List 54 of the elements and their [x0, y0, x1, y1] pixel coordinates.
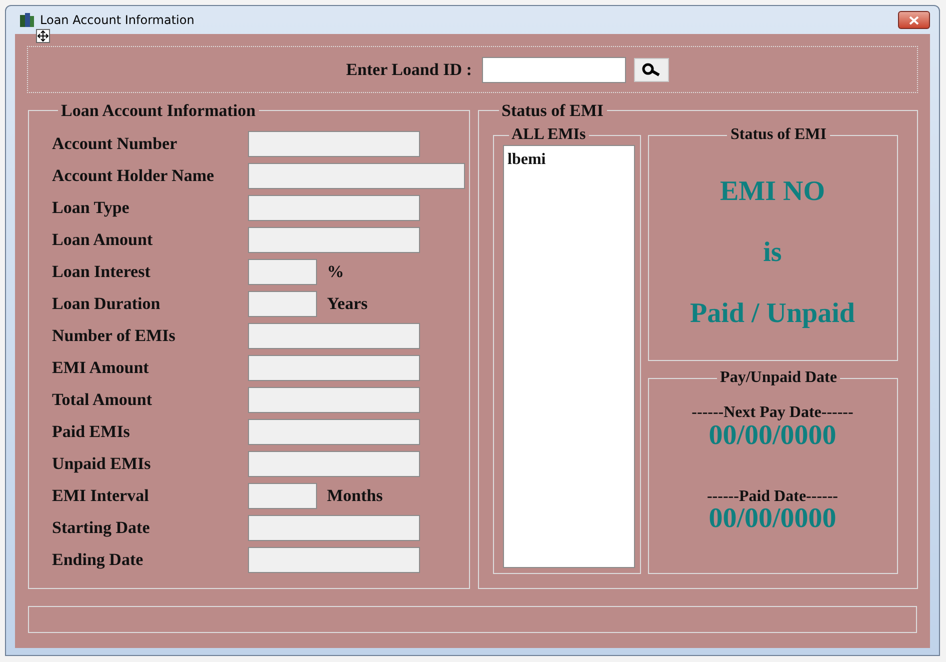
input-field[interactable] — [248, 451, 420, 477]
status-text: is — [763, 237, 782, 268]
input-field[interactable] — [248, 515, 420, 541]
date-value: 00/00/0000 — [708, 420, 836, 451]
input-field[interactable] — [248, 131, 420, 157]
move-icon — [36, 29, 50, 43]
field-label: Paid EMIs — [52, 421, 131, 444]
field-label: Starting Date — [52, 517, 151, 540]
loan-id-field[interactable] — [482, 56, 626, 82]
window-title: Loan Account Information — [40, 12, 194, 29]
field-label: Total Amount — [52, 389, 153, 412]
date-value: 00/00/0000 — [708, 503, 836, 534]
input-field[interactable] — [248, 195, 420, 221]
field-label: Loan Type — [52, 197, 130, 220]
field-label: Loan Amount — [52, 229, 154, 252]
field-label: Unpaid EMIs — [52, 453, 152, 476]
field-label: Account Holder Name — [52, 165, 216, 188]
field-label: Loan Duration — [52, 293, 162, 316]
unit-label: % — [327, 261, 344, 284]
input-field[interactable] — [248, 387, 420, 413]
input-field[interactable] — [248, 547, 420, 573]
input-field[interactable] — [248, 419, 420, 445]
search-icon — [641, 62, 662, 76]
date-label: ------Next Pay Date------ — [692, 404, 854, 421]
app-icon — [19, 12, 35, 28]
input-field[interactable] — [248, 483, 317, 509]
input-field[interactable] — [248, 163, 465, 189]
unit-label: Months — [327, 485, 383, 508]
input-field[interactable] — [248, 323, 420, 349]
status-text: Paid / Unpaid — [690, 298, 855, 329]
close-icon — [909, 16, 919, 24]
emi-listbox[interactable]: lbemi — [502, 145, 634, 568]
group-title: Status of EMI — [729, 127, 828, 143]
group-title: Status of EMI — [500, 102, 605, 119]
status-text: EMI NO — [720, 176, 825, 207]
group-title: Pay/Unpaid Date — [719, 370, 838, 386]
field-label: Account Number — [52, 133, 178, 156]
field-label: Loan Interest — [52, 261, 152, 284]
search-button[interactable] — [634, 58, 669, 82]
input-field[interactable] — [248, 227, 420, 253]
list-item[interactable]: lbemi — [508, 148, 630, 172]
field-label: EMI Interval — [52, 485, 150, 508]
input-field[interactable] — [248, 291, 317, 317]
input-field[interactable] — [248, 355, 420, 381]
field-label: Number of EMIs — [52, 325, 176, 348]
field-label: EMI Amount — [52, 357, 150, 380]
unit-label: Years — [327, 293, 368, 316]
date-label: ------Paid Date------ — [706, 488, 838, 505]
close-button[interactable] — [898, 11, 930, 29]
group-title: ALL EMIs — [510, 127, 587, 143]
field-label: Ending Date — [52, 549, 144, 572]
input-field[interactable] — [248, 259, 317, 285]
loan-id-label: Enter Loand ID : — [346, 58, 472, 81]
group-title: Loan Account Information — [60, 102, 257, 119]
